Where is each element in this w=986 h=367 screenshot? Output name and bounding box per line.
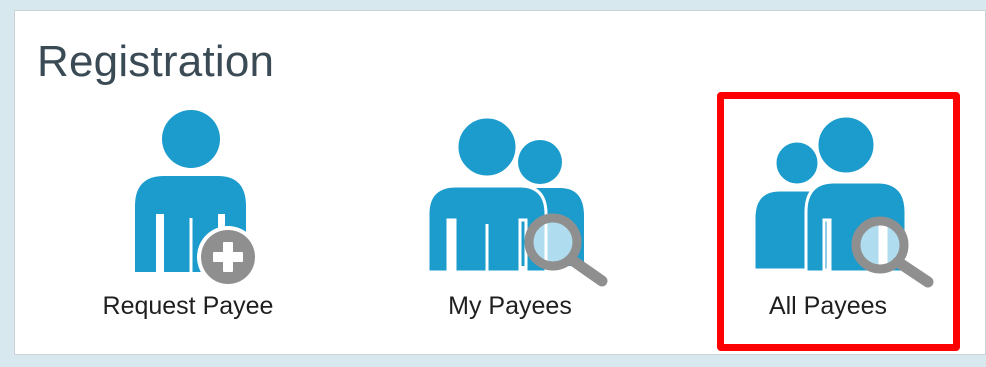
all-payees-tile[interactable]: All Payees xyxy=(718,90,938,330)
people-search-icon xyxy=(426,115,608,287)
section-title: Registration xyxy=(37,37,275,86)
all-payees-label: All Payees xyxy=(768,292,888,320)
request-payee-tile[interactable]: Request Payee xyxy=(78,90,298,330)
my-payees-label: My Payees xyxy=(448,292,572,320)
person-add-icon xyxy=(135,110,259,288)
my-payees-tile[interactable]: My Payees xyxy=(400,90,620,330)
people-search-icon xyxy=(752,114,934,288)
request-payee-label: Request Payee xyxy=(102,292,274,320)
